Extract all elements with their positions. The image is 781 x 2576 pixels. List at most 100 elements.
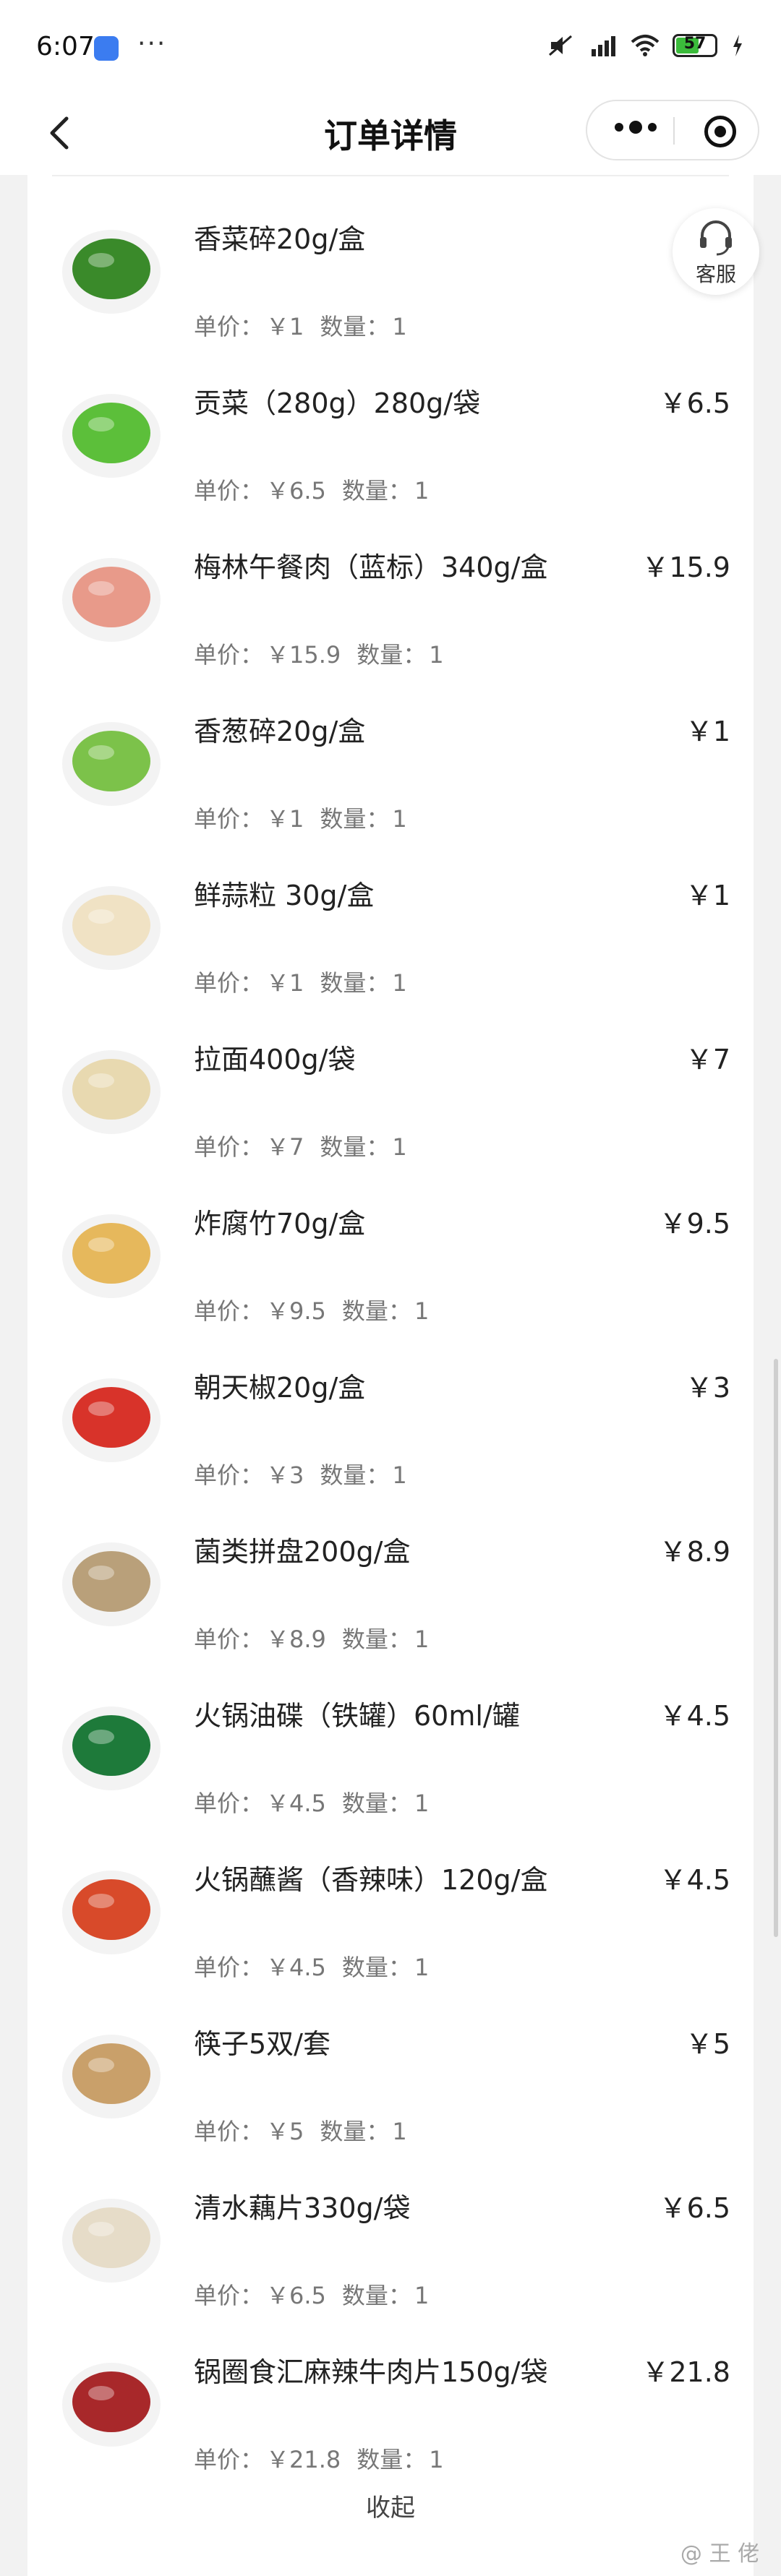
scrollbar[interactable] <box>774 1359 778 1937</box>
product-unit-info: 单价： ￥1 数量： 1 <box>194 965 410 998</box>
product-unit-info: 单价： ￥21.8 数量： 1 <box>194 2442 447 2475</box>
app-notification-icon <box>94 36 119 61</box>
signal-icon <box>592 36 615 56</box>
product-unit-info: 单价： ￥4.5 数量： 1 <box>194 1949 432 1983</box>
quantity-value: 1 <box>414 1954 430 1981</box>
order-item-row[interactable]: 贡菜（280g）280g/袋 ￥6.5 单价： ￥6.5 数量： 1 <box>27 346 754 510</box>
product-name: 筷子5双/套 <box>194 2028 330 2060</box>
product-image <box>54 1685 169 1800</box>
miniprogram-capsule <box>586 100 759 160</box>
customer-service-label: 客服 <box>695 262 736 286</box>
product-image <box>54 372 169 488</box>
more-options-icon[interactable] <box>615 121 657 134</box>
unit-price-value: ￥6.5 <box>266 477 326 505</box>
product-unit-info: 单价： ￥6.5 数量： 1 <box>194 473 432 506</box>
product-image <box>54 1521 169 1636</box>
unit-price-label: 单价： <box>194 1133 264 1161</box>
order-item-row[interactable]: 火锅油碟（铁罐）60ml/罐 ￥4.5 单价： ￥4.5 数量： 1 <box>27 1659 754 1823</box>
product-name: 火锅蘸酱（香辣味）120g/盒 <box>194 1864 548 1896</box>
order-item-row[interactable]: 炸腐竹70g/盒 ￥9.5 单价： ￥9.5 数量： 1 <box>27 1167 754 1331</box>
order-item-row[interactable]: 香菜碎20g/盒 单价： ￥1 数量： 1 <box>27 182 754 346</box>
quantity-value: 1 <box>414 1297 430 1325</box>
product-image <box>54 2013 169 2129</box>
quantity-label: 数量： <box>357 641 427 669</box>
product-total-price: ￥3 <box>685 1372 730 1404</box>
product-unit-info: 单价： ￥5 数量： 1 <box>194 2113 410 2147</box>
product-unit-info: 单价： ￥7 数量： 1 <box>194 1129 410 1162</box>
order-item-row[interactable]: 菌类拼盘200g/盒 ￥8.9 单价： ￥8.9 数量： 1 <box>27 1495 754 1659</box>
product-name: 香葱碎20g/盒 <box>194 716 366 747</box>
order-item-row[interactable]: 火锅蘸酱（香辣味）120g/盒 ￥4.5 单价： ￥4.5 数量： 1 <box>27 1823 754 1987</box>
product-image <box>54 536 169 652</box>
product-image <box>54 1029 169 1144</box>
unit-price-label: 单价： <box>194 1297 264 1325</box>
status-bar: 6:07 ··· 57 <box>0 0 781 95</box>
product-name: 梅林午餐肉（蓝标）340g/盒 <box>194 551 548 583</box>
product-name: 贡菜（280g）280g/袋 <box>194 387 481 419</box>
order-item-row[interactable]: 筷子5双/套 ￥5 单价： ￥5 数量： 1 <box>27 1987 754 2151</box>
product-name: 拉面400g/袋 <box>194 1044 356 1076</box>
quantity-value: 1 <box>414 477 430 505</box>
unit-price-label: 单价： <box>194 477 264 505</box>
quantity-value: 1 <box>429 641 444 669</box>
product-name: 火锅油碟（铁罐）60ml/罐 <box>194 1700 520 1732</box>
order-item-row[interactable]: 梅林午餐肉（蓝标）340g/盒 ￥15.9 单价： ￥15.9 数量： 1 <box>27 510 754 674</box>
quantity-label: 数量： <box>341 2282 411 2309</box>
product-unit-info: 单价： ￥6.5 数量： 1 <box>194 2277 432 2311</box>
quantity-value: 1 <box>392 1461 407 1489</box>
product-image <box>54 2177 169 2293</box>
quantity-value: 1 <box>414 1790 430 1817</box>
unit-price-label: 单价： <box>194 1626 264 1653</box>
unit-price-value: ￥1 <box>266 805 304 833</box>
quantity-label: 数量： <box>320 805 390 833</box>
quantity-value: 1 <box>429 2446 444 2473</box>
order-item-row[interactable]: 朝天椒20g/盒 ￥3 单价： ￥3 数量： 1 <box>27 1331 754 1495</box>
product-unit-info: 单价： ￥1 数量： 1 <box>194 309 410 342</box>
product-total-price: ￥1 <box>685 880 730 911</box>
charging-icon <box>733 35 742 56</box>
status-time: 6:07 <box>36 32 95 61</box>
product-unit-info: 单价： ￥9.5 数量： 1 <box>194 1293 432 1326</box>
unit-price-label: 单价： <box>194 1461 264 1489</box>
product-unit-info: 单价： ￥3 数量： 1 <box>194 1457 410 1490</box>
order-item-row[interactable]: 鲜蒜粒 30g/盒 ￥1 单价： ￥1 数量： 1 <box>27 838 754 1003</box>
product-image <box>54 1849 169 1965</box>
product-total-price: ￥8.9 <box>659 1536 730 1568</box>
product-total-price: ￥4.5 <box>659 1700 730 1732</box>
product-total-price: ￥4.5 <box>659 1864 730 1896</box>
unit-price-value: ￥9.5 <box>266 1297 326 1325</box>
quantity-label: 数量： <box>341 1954 411 1981</box>
quantity-value: 1 <box>392 969 407 997</box>
status-more-icon: ··· <box>137 29 167 59</box>
order-item-row[interactable]: 清水藕片330g/袋 ￥6.5 单价： ￥6.5 数量： 1 <box>27 2151 754 2315</box>
capsule-divider <box>673 117 675 145</box>
unit-price-label: 单价： <box>194 969 264 997</box>
product-unit-info: 单价： ￥8.9 数量： 1 <box>194 1621 432 1654</box>
product-image <box>54 2341 169 2457</box>
unit-price-value: ￥21.8 <box>266 2446 341 2473</box>
quantity-label: 数量： <box>341 1297 411 1325</box>
unit-price-label: 单价： <box>194 2446 264 2473</box>
order-item-row[interactable]: 拉面400g/袋 ￥7 单价： ￥7 数量： 1 <box>27 1003 754 1167</box>
quantity-value: 1 <box>392 313 407 340</box>
wifi-icon <box>631 35 660 56</box>
quantity-label: 数量： <box>341 1626 411 1653</box>
collapse-button[interactable]: 收起 <box>27 2488 754 2523</box>
headset-icon <box>700 220 732 256</box>
order-item-row[interactable]: 锅圈食汇麻辣牛肉片150g/袋 ￥21.8 单价： ￥21.8 数量： 1 <box>27 2315 754 2479</box>
quantity-label: 数量： <box>341 1790 411 1817</box>
unit-price-value: ￥7 <box>266 1133 304 1161</box>
customer-service-button[interactable]: 客服 <box>673 208 759 295</box>
unit-price-value: ￥8.9 <box>266 1626 326 1653</box>
product-unit-info: 单价： ￥4.5 数量： 1 <box>194 1785 432 1819</box>
product-total-price: ￥7 <box>685 1044 730 1076</box>
unit-price-label: 单价： <box>194 313 264 340</box>
product-total-price: ￥6.5 <box>659 2192 730 2224</box>
unit-price-label: 单价： <box>194 1790 264 1817</box>
order-item-row[interactable]: 香葱碎20g/盒 ￥1 单价： ￥1 数量： 1 <box>27 674 754 838</box>
quantity-label: 数量： <box>320 313 390 340</box>
product-name: 菌类拼盘200g/盒 <box>194 1536 411 1568</box>
unit-price-label: 单价： <box>194 2282 264 2309</box>
close-miniprogram-icon[interactable] <box>704 116 736 147</box>
unit-price-label: 单价： <box>194 1954 264 1981</box>
